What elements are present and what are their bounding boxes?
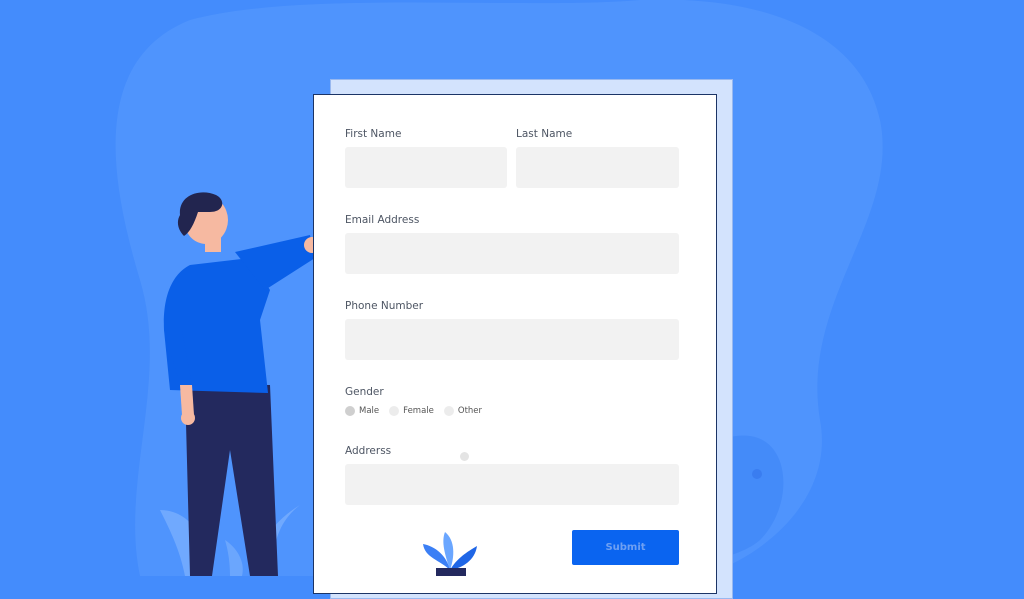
decorative-dot bbox=[460, 452, 469, 461]
gender-option-male[interactable]: Male bbox=[345, 406, 379, 416]
email-input[interactable] bbox=[345, 233, 679, 274]
decorative-dot-bg bbox=[752, 469, 762, 479]
gender-option-female[interactable]: Female bbox=[389, 406, 434, 416]
first-name-input[interactable] bbox=[345, 147, 507, 188]
last-name-input[interactable] bbox=[516, 147, 679, 188]
gender-label: Gender bbox=[345, 386, 384, 398]
radio-label-male: Male bbox=[359, 406, 380, 416]
gender-option-other[interactable]: Other bbox=[443, 406, 483, 416]
radio-label-female: Female bbox=[403, 406, 434, 416]
radio-female[interactable] bbox=[389, 406, 400, 416]
phone-input[interactable] bbox=[345, 319, 679, 360]
address-input[interactable] bbox=[345, 464, 679, 505]
first-name-label: First Name bbox=[345, 128, 402, 140]
male-person-illustration bbox=[163, 192, 320, 576]
phone-label: Phone Number bbox=[345, 300, 424, 312]
registration-form: First Name Last Name Email Address Phone… bbox=[313, 94, 717, 594]
plant-illustration bbox=[423, 532, 477, 576]
submit-button[interactable]: Submit bbox=[572, 530, 679, 565]
email-label: Email Address bbox=[345, 214, 420, 226]
address-label: Addrerss bbox=[345, 445, 392, 457]
gender-radio-group: Male Female Other bbox=[345, 406, 492, 416]
last-name-label: Last Name bbox=[516, 128, 573, 140]
radio-label-other: Other bbox=[457, 406, 483, 416]
radio-male[interactable] bbox=[345, 406, 355, 416]
radio-other[interactable] bbox=[443, 406, 454, 416]
